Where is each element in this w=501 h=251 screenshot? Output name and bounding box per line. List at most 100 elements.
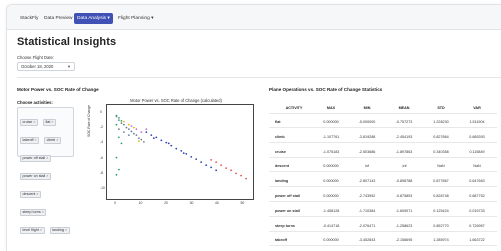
activity-chip[interactable]: descent× — [20, 191, 42, 198]
table-cell: -2.158695 — [395, 238, 413, 243]
column-header: MEAN — [398, 106, 410, 110]
flight-date-value: October 18, 2020 — [21, 64, 54, 69]
data-point-cruise — [142, 141, 145, 143]
table-cell: 1.285974 — [433, 238, 449, 243]
table-cell: 0.015733 — [469, 208, 485, 213]
table-cell: 0.852770 — [433, 223, 449, 228]
table-cell: -1.107761 — [322, 134, 340, 139]
data-point-climb — [185, 152, 188, 155]
page-title: Statistical Insights — [17, 36, 117, 48]
data-point-climb — [215, 169, 218, 172]
data-point-cruise — [118, 119, 120, 122]
table-cell: 0.125424 — [433, 208, 449, 213]
table-cell-activity: power on stall — [275, 208, 300, 213]
activity-chip[interactable]: power on stall× — [20, 173, 51, 180]
remove-chip-icon[interactable]: × — [35, 138, 37, 142]
data-point-cruise — [123, 123, 125, 126]
activity-chip[interactable]: climb× — [44, 137, 61, 144]
table-cell: NaN — [473, 164, 481, 169]
app-window: StackFly Data Preview Data Analysis ▾ Fl… — [6, 4, 501, 251]
data-point-landing — [115, 156, 118, 159]
motor-power-section-title: Motor Power vs. SOC Rate of Change — [17, 87, 99, 92]
data-point-cruise — [128, 128, 130, 131]
data-point-cruise — [133, 132, 135, 135]
chart-plot-area — [106, 104, 254, 200]
data-point-steep-turns — [130, 125, 133, 128]
table-cell-activity: descent — [275, 164, 289, 169]
table-cell-activity: climb — [275, 134, 285, 139]
activity-chip[interactable]: level flight× — [20, 227, 45, 234]
remove-chip-icon[interactable]: × — [51, 120, 53, 124]
table-cell: -1.458128 — [322, 208, 340, 213]
flight-date-label: Choose Flight Date: — [17, 55, 55, 60]
data-point-climb — [195, 158, 198, 161]
table-cell: 1.663722 — [469, 238, 485, 243]
activity-chip[interactable]: flat× — [42, 119, 57, 126]
y-tick-label: -10 — [100, 186, 105, 191]
table-row: power on stall -1.458128 -1.710384 -1.60907… — [269, 205, 497, 217]
activity-chip[interactable]: takeoff× — [20, 137, 40, 144]
nav-item-flight-planning[interactable]: Flight Planning ▾ — [115, 13, 156, 24]
activities-label: Choose activities: — [17, 100, 53, 105]
remove-chip-icon[interactable]: × — [46, 174, 48, 178]
nav-item-stackfly[interactable]: StackFly — [17, 13, 41, 24]
data-point-landing — [118, 168, 120, 171]
table-cell: 0.828748 — [433, 194, 449, 198]
remove-chip-icon[interactable]: × — [65, 228, 67, 232]
data-point-landing — [120, 142, 123, 145]
activity-chip[interactable]: landing× — [49, 227, 70, 234]
activities-multiselect[interactable]: cruise× flat× takeoff× climb× power off … — [17, 107, 74, 234]
table-cell: 0.647663 — [469, 179, 485, 184]
y-tick-label: -6 — [100, 155, 104, 160]
table-cell: -2.076471 — [358, 223, 376, 228]
table-cell: 0.000000 — [323, 179, 339, 184]
data-point-descent — [137, 140, 140, 143]
table-cell-activity: power off stall — [275, 194, 300, 198]
data-point-descent — [133, 126, 135, 129]
remove-chip-icon[interactable]: × — [46, 156, 48, 160]
table-cell: -1.710384 — [358, 208, 376, 213]
table-cell: -0.414718 — [322, 223, 340, 228]
table-cell: -1.897863 — [395, 149, 413, 154]
data-point-climb — [165, 141, 168, 144]
nav-item-data-preview[interactable]: Data Preview — [41, 13, 76, 24]
table-cell-activity: flat — [275, 120, 281, 124]
remove-chip-icon[interactable]: × — [40, 228, 42, 232]
x-tick-label: 40 — [215, 201, 219, 205]
table-cell: -2.503686 — [358, 149, 376, 154]
nav-item-data-analysis[interactable]: Data Analysis ▾ — [74, 13, 113, 24]
table-cell: 0.000000 — [323, 120, 339, 124]
activity-chip[interactable]: power off stall× — [20, 155, 51, 162]
table-cell: 0.000000 — [323, 194, 339, 198]
data-point-takeoff — [230, 169, 232, 172]
activity-chip[interactable]: cruise× — [20, 119, 38, 126]
remove-chip-icon[interactable]: × — [36, 192, 38, 196]
table-cell: -3.819288 — [358, 134, 376, 139]
remove-chip-icon[interactable]: × — [33, 120, 35, 124]
column-header: STD — [437, 106, 445, 110]
table-cell: 1.511904 — [469, 120, 485, 124]
data-point-climb — [160, 139, 163, 142]
flight-date-select[interactable]: October 18, 2020 ▼ — [17, 62, 75, 71]
data-point-steep-turns — [135, 128, 138, 131]
data-point-landing — [115, 123, 118, 126]
column-header: VAR — [473, 106, 481, 110]
data-point-steep-turns — [140, 131, 143, 134]
table-cell: -0.757273 — [395, 120, 413, 124]
data-point-cruise — [118, 128, 120, 131]
data-point-climb — [145, 131, 148, 134]
data-point-climb — [200, 161, 203, 163]
remove-chip-icon[interactable]: × — [42, 210, 44, 214]
x-tick-label: 0 — [114, 201, 117, 205]
table-cell: -inf — [401, 164, 407, 169]
x-tick-label: 10 — [138, 201, 143, 205]
table-header-row: ACTIVITY MAX MIN MEAN STD VAR — [269, 102, 497, 114]
table-row: landing 0.000000 -2.807143 -0.898788 0.87786… — [269, 175, 497, 188]
data-point-descent — [128, 123, 130, 126]
divider — [17, 77, 501, 78]
table-cell: -1.075183 — [322, 149, 340, 154]
table-row: steep turns -0.414718 -2.076471 -1.258623 0.… — [269, 220, 497, 232]
remove-chip-icon[interactable]: × — [56, 138, 58, 142]
activity-chip[interactable]: steep turns× — [20, 209, 47, 216]
data-point-cruise — [123, 131, 125, 134]
